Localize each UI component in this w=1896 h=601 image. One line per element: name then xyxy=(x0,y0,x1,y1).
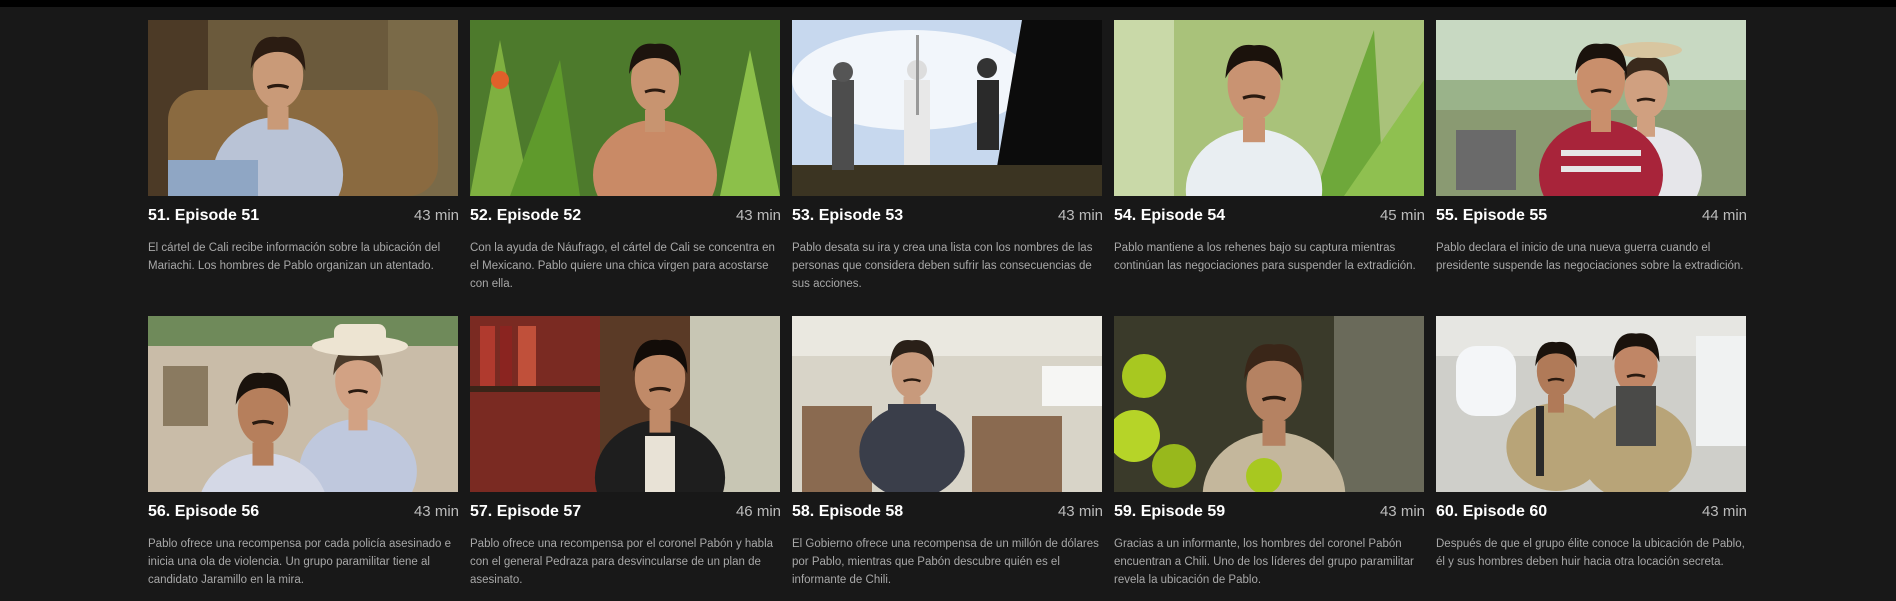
episode-duration: 43 min xyxy=(735,207,781,224)
episode-title[interactable]: 52. Episode 52 xyxy=(470,207,581,225)
episode-card[interactable]: 54. Episode 54 45 min Pablo mantiene a los… xyxy=(1114,20,1425,303)
episode-thumbnail-image xyxy=(792,20,1102,196)
episode-card[interactable]: 53. Episode 53 43 min Pablo desata su ira … xyxy=(792,20,1103,303)
episode-thumbnail-image xyxy=(1436,316,1746,492)
episode-duration: 43 min xyxy=(1701,503,1747,520)
episode-meta: 52. Episode 52 43 min xyxy=(470,207,781,227)
episode-card[interactable]: 51. Episode 51 43 min El cártel de Cali re… xyxy=(148,20,459,303)
episode-meta: 58. Episode 58 43 min xyxy=(792,503,1103,523)
episode-description: Gracias a un informante, los hombres del… xyxy=(1114,538,1414,586)
episode-thumbnail[interactable] xyxy=(470,20,780,196)
episode-description: El cártel de Cali recibe información sob… xyxy=(148,242,441,272)
episode-description: Pablo ofrece una recompensa por el coron… xyxy=(470,538,774,586)
episode-duration: 43 min xyxy=(413,207,459,224)
episode-duration: 43 min xyxy=(1057,207,1103,224)
episode-thumbnail-image xyxy=(1114,316,1424,492)
episode-title[interactable]: 57. Episode 57 xyxy=(470,503,581,521)
episode-card[interactable]: 52. Episode 52 43 min Con la ayuda de Náuf… xyxy=(470,20,781,303)
episode-title[interactable]: 51. Episode 51 xyxy=(148,207,259,225)
episode-description: Después de que el grupo élite conoce la … xyxy=(1436,538,1745,568)
episode-thumbnail-image xyxy=(148,20,458,196)
episode-thumbnail[interactable] xyxy=(1114,20,1424,196)
episode-thumbnail[interactable] xyxy=(1114,316,1424,492)
episode-description: Pablo desata su ira y crea una lista con… xyxy=(792,242,1093,290)
episode-meta: 56. Episode 56 43 min xyxy=(148,503,459,523)
episode-meta: 55. Episode 55 44 min xyxy=(1436,207,1747,227)
episode-thumbnail-image xyxy=(1114,20,1424,196)
episode-title[interactable]: 55. Episode 55 xyxy=(1436,207,1547,225)
episode-card[interactable]: 59. Episode 59 43 min Gracias a un informa… xyxy=(1114,316,1425,599)
episode-duration: 45 min xyxy=(1379,207,1425,224)
episode-thumbnail-image xyxy=(1436,20,1746,196)
episode-description: El Gobierno ofrece una recompensa de un … xyxy=(792,538,1099,586)
episode-description: Con la ayuda de Náufrago, el cártel de C… xyxy=(470,242,775,290)
episode-title[interactable]: 58. Episode 58 xyxy=(792,503,903,521)
episode-title[interactable]: 56. Episode 56 xyxy=(148,503,259,521)
episode-thumbnail[interactable] xyxy=(1436,20,1746,196)
episode-thumbnail[interactable] xyxy=(470,316,780,492)
episode-title[interactable]: 54. Episode 54 xyxy=(1114,207,1225,225)
episode-title[interactable]: 60. Episode 60 xyxy=(1436,503,1547,521)
episode-duration: 43 min xyxy=(413,503,459,520)
top-bar xyxy=(0,0,1896,7)
episode-description: Pablo declara el inicio de una nueva gue… xyxy=(1436,242,1744,272)
episode-duration: 43 min xyxy=(1379,503,1425,520)
episode-meta: 53. Episode 53 43 min xyxy=(792,207,1103,227)
episode-card[interactable]: 58. Episode 58 43 min El Gobierno ofrece u… xyxy=(792,316,1103,599)
episode-meta: 60. Episode 60 43 min xyxy=(1436,503,1747,523)
episode-duration: 46 min xyxy=(735,503,781,520)
episode-thumbnail[interactable] xyxy=(792,20,1102,196)
episode-card[interactable]: 56. Episode 56 43 min Pablo ofrece una rec… xyxy=(148,316,459,599)
episode-card[interactable]: 57. Episode 57 46 min Pablo ofrece una rec… xyxy=(470,316,781,599)
episode-grid: 51. Episode 51 43 min El cártel de Cali re… xyxy=(148,20,1748,599)
episode-title[interactable]: 59. Episode 59 xyxy=(1114,503,1225,521)
episode-thumbnail-image xyxy=(470,20,780,196)
episode-duration: 43 min xyxy=(1057,503,1103,520)
episode-thumbnail[interactable] xyxy=(792,316,1102,492)
episode-description: Pablo ofrece una recompensa por cada pol… xyxy=(148,538,452,586)
episode-thumbnail[interactable] xyxy=(148,20,458,196)
episode-card[interactable]: 60. Episode 60 43 min Después de que el gr… xyxy=(1436,316,1747,599)
episode-duration: 44 min xyxy=(1701,207,1747,224)
episode-title[interactable]: 53. Episode 53 xyxy=(792,207,903,225)
episode-card[interactable]: 55. Episode 55 44 min Pablo declara el ini… xyxy=(1436,20,1747,303)
episode-meta: 54. Episode 54 45 min xyxy=(1114,207,1425,227)
episode-meta: 51. Episode 51 43 min xyxy=(148,207,459,227)
episode-description: Pablo mantiene a los rehenes bajo su cap… xyxy=(1114,242,1416,272)
episode-thumbnail-image xyxy=(792,316,1102,492)
episode-thumbnail-image xyxy=(148,316,458,492)
episode-thumbnail[interactable] xyxy=(148,316,458,492)
episode-meta: 59. Episode 59 43 min xyxy=(1114,503,1425,523)
episode-thumbnail[interactable] xyxy=(1436,316,1746,492)
episode-thumbnail-image xyxy=(470,316,780,492)
episode-meta: 57. Episode 57 46 min xyxy=(470,503,781,523)
